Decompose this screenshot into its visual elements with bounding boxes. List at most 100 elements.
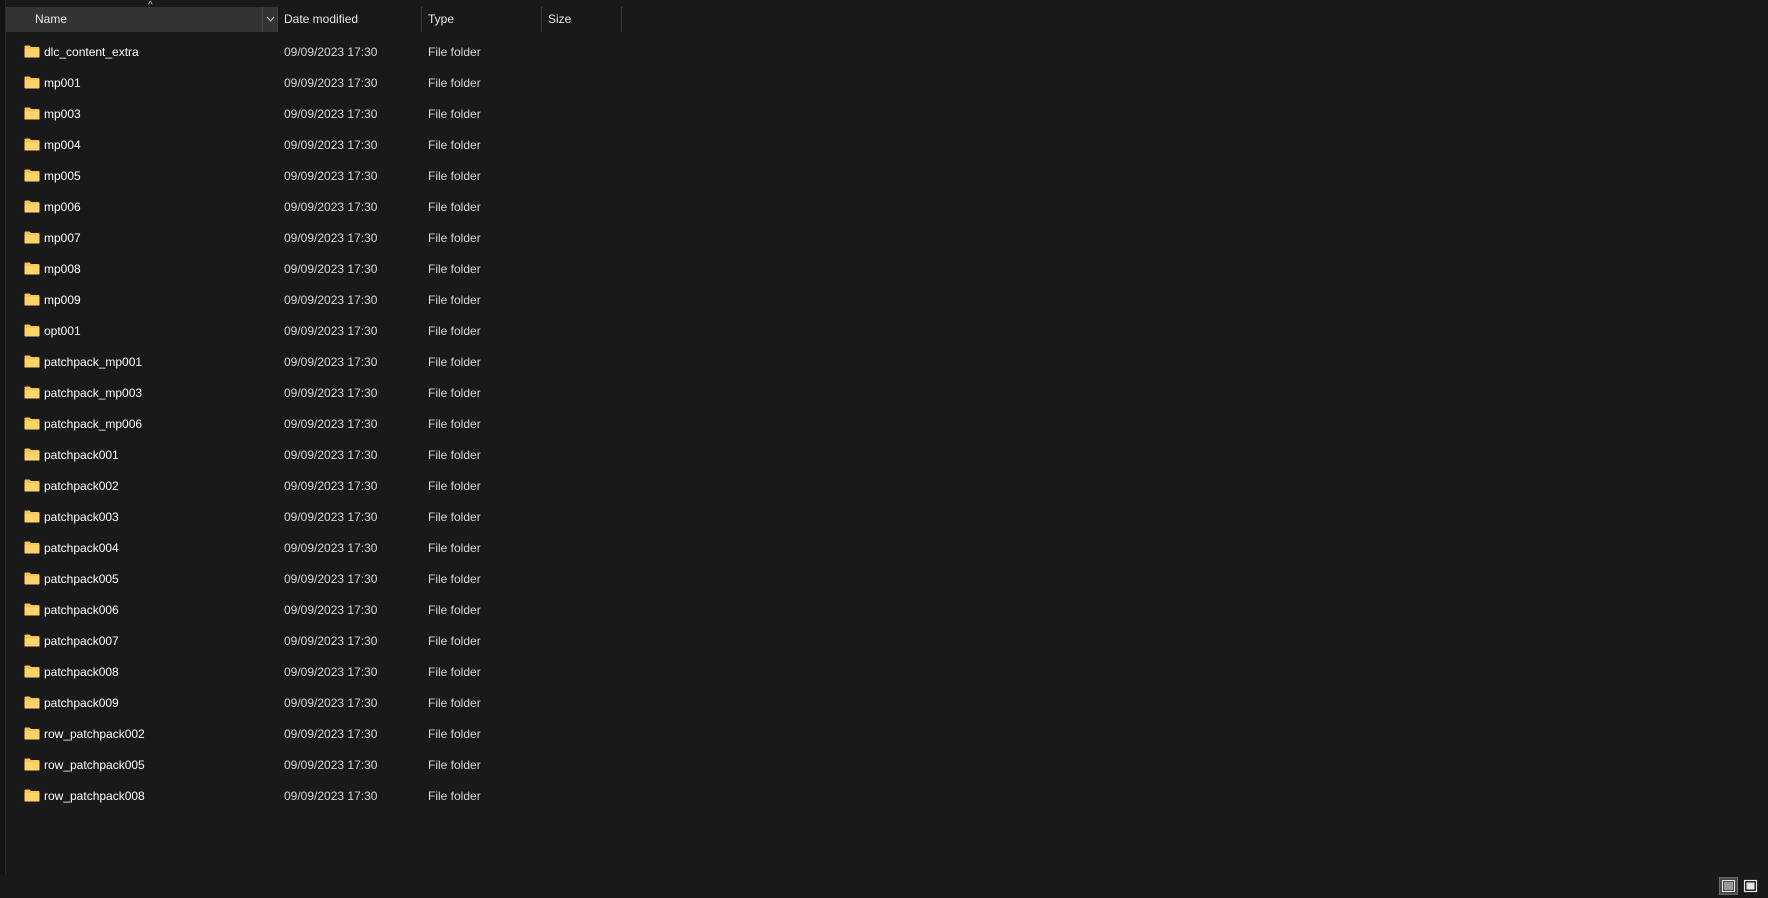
- column-header-date-label: Date modified: [284, 12, 359, 26]
- file-name: patchpack005: [44, 572, 119, 586]
- file-row[interactable]: row_patchpack002 09/09/2023 17:30 File fol…: [6, 719, 626, 750]
- large-icons-view-icon: [1743, 879, 1758, 893]
- details-view-icon: [1722, 880, 1735, 892]
- file-row[interactable]: patchpack005 09/09/2023 17:30 File folder: [6, 564, 626, 595]
- file-type: File folder: [428, 727, 481, 741]
- folder-icon: [24, 758, 40, 771]
- file-date-modified: 09/09/2023 17:30: [284, 169, 378, 183]
- file-name: mp004: [44, 138, 81, 152]
- folder-icon: [24, 727, 40, 740]
- file-row[interactable]: patchpack001 09/09/2023 17:30 File folder: [6, 440, 626, 471]
- file-date-modified: 09/09/2023 17:30: [284, 262, 378, 276]
- file-date-modified: 09/09/2023 17:30: [284, 448, 378, 462]
- file-row[interactable]: patchpack003 09/09/2023 17:30 File folder: [6, 502, 626, 533]
- file-name: patchpack_mp006: [44, 417, 143, 431]
- folder-icon: [24, 417, 40, 430]
- file-name: patchpack_mp001: [44, 355, 143, 369]
- file-type: File folder: [428, 541, 481, 555]
- file-type: File folder: [428, 386, 481, 400]
- file-row[interactable]: dlc_content_extra 09/09/2023 17:30 File fo…: [6, 37, 626, 68]
- file-name: patchpack007: [44, 634, 119, 648]
- file-name: patchpack003: [44, 510, 119, 524]
- file-row[interactable]: patchpack009 09/09/2023 17:30 File folder: [6, 688, 626, 719]
- file-row[interactable]: mp004 09/09/2023 17:30 File folder: [6, 130, 626, 161]
- file-date-modified: 09/09/2023 17:30: [284, 386, 378, 400]
- file-name: mp001: [44, 76, 81, 90]
- folder-icon: [24, 665, 40, 678]
- file-row[interactable]: mp001 09/09/2023 17:30 File folder: [6, 68, 626, 99]
- file-name: row_patchpack002: [44, 727, 145, 741]
- file-name: patchpack002: [44, 479, 119, 493]
- file-row[interactable]: opt001 09/09/2023 17:30 File folder: [6, 316, 626, 347]
- file-row[interactable]: mp007 09/09/2023 17:30 File folder: [6, 223, 626, 254]
- details-view-button[interactable]: [1719, 877, 1738, 895]
- large-icons-view-button[interactable]: [1741, 877, 1760, 895]
- folder-icon: [24, 634, 40, 647]
- column-header-name[interactable]: ^ Name: [6, 0, 278, 32]
- folder-icon: [24, 386, 40, 399]
- column-header-type[interactable]: Type: [422, 7, 542, 32]
- folder-icon: [24, 293, 40, 306]
- file-date-modified: 09/09/2023 17:30: [284, 231, 378, 245]
- file-date-modified: 09/09/2023 17:30: [284, 200, 378, 214]
- file-type: File folder: [428, 572, 481, 586]
- file-date-modified: 09/09/2023 17:30: [284, 541, 378, 555]
- folder-icon: [24, 541, 40, 554]
- file-row[interactable]: patchpack_mp001 09/09/2023 17:30 File fold…: [6, 347, 626, 378]
- file-name: opt001: [44, 324, 81, 338]
- file-name: patchpack004: [44, 541, 119, 555]
- file-row[interactable]: patchpack006 09/09/2023 17:30 File folder: [6, 595, 626, 626]
- file-type: File folder: [428, 138, 481, 152]
- file-row[interactable]: patchpack004 09/09/2023 17:30 File folder: [6, 533, 626, 564]
- file-row[interactable]: mp008 09/09/2023 17:30 File folder: [6, 254, 626, 285]
- column-header-size-label: Size: [548, 12, 572, 26]
- file-name: patchpack_mp003: [44, 386, 143, 400]
- file-name: mp007: [44, 231, 81, 245]
- file-date-modified: 09/09/2023 17:30: [284, 417, 378, 431]
- file-name: row_patchpack005: [44, 758, 145, 772]
- file-name: row_patchpack008: [44, 789, 145, 803]
- file-type: File folder: [428, 758, 481, 772]
- folder-icon: [24, 107, 40, 120]
- file-date-modified: 09/09/2023 17:30: [284, 727, 378, 741]
- file-type: File folder: [428, 107, 481, 121]
- file-date-modified: 09/09/2023 17:30: [284, 324, 378, 338]
- file-type: File folder: [428, 603, 481, 617]
- file-row[interactable]: patchpack007 09/09/2023 17:30 File folder: [6, 626, 626, 657]
- file-date-modified: 09/09/2023 17:30: [284, 634, 378, 648]
- file-type: File folder: [428, 479, 481, 493]
- file-type: File folder: [428, 665, 481, 679]
- folder-icon: [24, 45, 40, 58]
- file-row[interactable]: mp006 09/09/2023 17:30 File folder: [6, 192, 626, 223]
- folder-icon: [24, 231, 40, 244]
- file-row[interactable]: patchpack_mp006 09/09/2023 17:30 File fold…: [6, 409, 626, 440]
- file-date-modified: 09/09/2023 17:30: [284, 138, 378, 152]
- column-header-bar: ^ Name Date modified Type Size: [6, 0, 622, 32]
- file-type: File folder: [428, 634, 481, 648]
- file-type: File folder: [428, 262, 481, 276]
- file-name: mp006: [44, 200, 81, 214]
- file-explorer-window: ^ Name Date modified Type Size dlc_conte…: [0, 0, 1768, 898]
- column-header-type-label: Type: [428, 12, 455, 26]
- file-row[interactable]: mp005 09/09/2023 17:30 File folder: [6, 161, 626, 192]
- column-header-date-modified[interactable]: Date modified: [278, 7, 422, 32]
- file-type: File folder: [428, 200, 481, 214]
- file-row[interactable]: patchpack008 09/09/2023 17:30 File folder: [6, 657, 626, 688]
- folder-icon: [24, 448, 40, 461]
- file-row[interactable]: mp009 09/09/2023 17:30 File folder: [6, 285, 626, 316]
- file-row[interactable]: row_patchpack005 09/09/2023 17:30 File fol…: [6, 750, 626, 781]
- file-date-modified: 09/09/2023 17:30: [284, 355, 378, 369]
- file-row[interactable]: patchpack_mp003 09/09/2023 17:30 File fold…: [6, 378, 626, 409]
- chevron-down-icon[interactable]: [262, 7, 277, 32]
- folder-icon: [24, 572, 40, 585]
- file-row[interactable]: mp003 09/09/2023 17:30 File folder: [6, 99, 626, 130]
- file-type: File folder: [428, 293, 481, 307]
- file-date-modified: 09/09/2023 17:30: [284, 45, 378, 59]
- column-header-size[interactable]: Size: [542, 7, 622, 32]
- file-row[interactable]: patchpack002 09/09/2023 17:30 File folder: [6, 471, 626, 502]
- file-date-modified: 09/09/2023 17:30: [284, 665, 378, 679]
- file-date-modified: 09/09/2023 17:30: [284, 572, 378, 586]
- file-date-modified: 09/09/2023 17:30: [284, 758, 378, 772]
- file-row[interactable]: row_patchpack008 09/09/2023 17:30 File fol…: [6, 781, 626, 812]
- file-name: patchpack009: [44, 696, 119, 710]
